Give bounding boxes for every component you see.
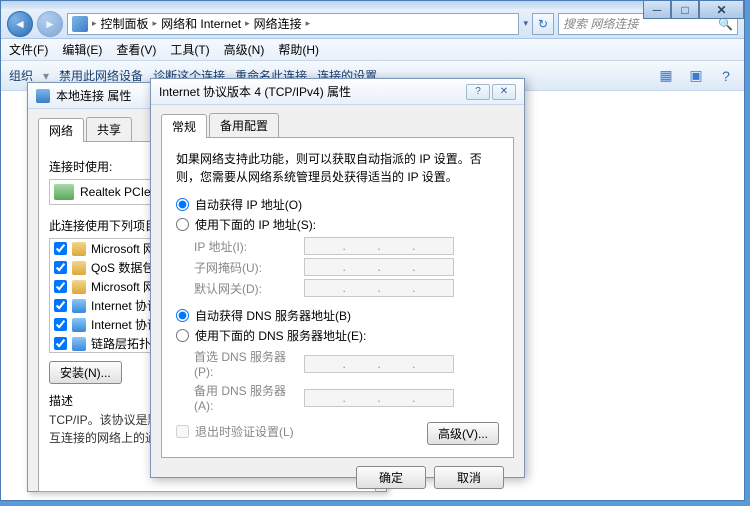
breadcrumb-item[interactable]: 网络连接 [254,15,302,32]
install-button[interactable]: 安装(N)... [49,361,122,384]
manual-dns-radio[interactable] [176,329,189,342]
alternate-dns-input: ... [304,389,454,407]
help-icon[interactable]: ? [716,66,736,86]
breadcrumb-item[interactable]: 控制面板 [101,15,149,32]
ok-button[interactable]: 确定 [356,466,426,489]
manual-dns-label: 使用下面的 DNS 服务器地址(E): [195,327,366,344]
alternate-dns-label: 备用 DNS 服务器(A): [194,382,304,413]
search-placeholder: 搜索 网络连接 [563,15,638,32]
manual-ip-label: 使用下面的 IP 地址(S): [195,216,316,233]
service-icon [72,280,86,294]
manual-ip-radio[interactable] [176,218,189,231]
breadcrumb[interactable]: ▸ 控制面板 ▸ 网络和 Internet ▸ 网络连接 ▸ [67,13,519,35]
breadcrumb-item[interactable]: 网络和 Internet [161,15,241,32]
dialog-title: 本地连接 属性 [56,87,131,104]
chevron-right-icon: ▸ [245,18,250,29]
preferred-dns-label: 首选 DNS 服务器(P): [194,348,304,379]
service-icon [72,242,86,256]
menu-bar: 文件(F) 编辑(E) 查看(V) 工具(T) 高级(N) 帮助(H) [1,39,744,61]
tab-sharing[interactable]: 共享 [86,117,132,141]
adapter-name: Realtek PCIe [80,185,151,199]
menu-file[interactable]: 文件(F) [9,41,48,58]
view-mode-icon[interactable]: ▦ [656,66,676,86]
ipv4-properties-dialog: Internet 协议版本 4 (TCP/IPv4) 属性 ? ✕ 常规 备用配… [150,78,525,478]
item-checkbox[interactable] [54,280,67,293]
advanced-button[interactable]: 高级(V)... [427,422,499,445]
menu-tools[interactable]: 工具(T) [170,41,209,58]
dialog-titlebar[interactable]: Internet 协议版本 4 (TCP/IPv4) 属性 ? ✕ [151,79,524,105]
auto-dns-radio[interactable] [176,309,189,322]
subnet-mask-label: 子网掩码(U): [194,259,304,276]
item-checkbox[interactable] [54,337,67,350]
chevron-right-icon: ▸ [92,18,97,29]
service-icon [72,261,86,275]
item-checkbox[interactable] [54,261,67,274]
validate-checkbox [176,425,189,438]
maximize-button[interactable]: □ [671,1,699,19]
chevron-right-icon: ▸ [306,18,311,29]
titlebar [1,1,744,9]
address-bar: ◄ ► ▸ 控制面板 ▸ 网络和 Internet ▸ 网络连接 ▸ ▾ ↻ 搜… [1,9,744,39]
back-button[interactable]: ◄ [7,11,33,37]
item-checkbox[interactable] [54,242,67,255]
protocol-icon [72,318,86,332]
close-button[interactable]: ✕ [699,1,744,19]
menu-edit[interactable]: 编辑(E) [62,41,102,58]
minimize-button[interactable]: ─ [643,1,671,19]
tab-panel: 如果网络支持此功能，则可以获取自动指派的 IP 设置。否则，您需要从网络系统管理… [161,138,514,458]
auto-ip-radio[interactable] [176,198,189,211]
tab-strip: 常规 备用配置 [161,113,514,138]
help-button[interactable]: ? [466,84,490,100]
protocol-icon [72,337,86,351]
location-icon [72,16,88,32]
preferred-dns-input: ... [304,355,454,373]
ip-address-input: ... [304,237,454,255]
tab-general[interactable]: 常规 [161,114,207,138]
validate-label: 退出时验证设置(L) [195,423,294,440]
protocol-icon [72,299,86,313]
auto-dns-label: 自动获得 DNS 服务器地址(B) [195,307,351,324]
gateway-label: 默认网关(D): [194,280,304,297]
tab-alternate[interactable]: 备用配置 [209,113,279,137]
auto-ip-label: 自动获得 IP 地址(O) [195,196,302,213]
adapter-icon [54,184,74,200]
menu-view[interactable]: 查看(V) [116,41,156,58]
chevron-right-icon: ▸ [153,18,158,29]
cancel-button[interactable]: 取消 [434,466,504,489]
dialog-footer: 确定 取消 [161,458,514,489]
subnet-mask-input: ... [304,258,454,276]
dialog-title: Internet 协议版本 4 (TCP/IPv4) 属性 [159,83,460,100]
close-button[interactable]: ✕ [492,84,516,100]
window-controls: ─ □ ✕ [643,1,744,19]
tab-network[interactable]: 网络 [38,118,84,142]
menu-help[interactable]: 帮助(H) [278,41,319,58]
refresh-button[interactable]: ↻ [532,13,554,35]
preview-pane-icon[interactable]: ▣ [686,66,706,86]
item-checkbox[interactable] [54,299,67,312]
intro-text: 如果网络支持此功能，则可以获取自动指派的 IP 设置。否则，您需要从网络系统管理… [176,150,499,186]
item-checkbox[interactable] [54,318,67,331]
network-icon [36,89,50,103]
menu-advanced[interactable]: 高级(N) [224,41,265,58]
forward-button[interactable]: ► [37,11,63,37]
dropdown-icon[interactable]: ▾ [523,18,528,29]
gateway-input: ... [304,279,454,297]
ip-address-label: IP 地址(I): [194,238,304,255]
